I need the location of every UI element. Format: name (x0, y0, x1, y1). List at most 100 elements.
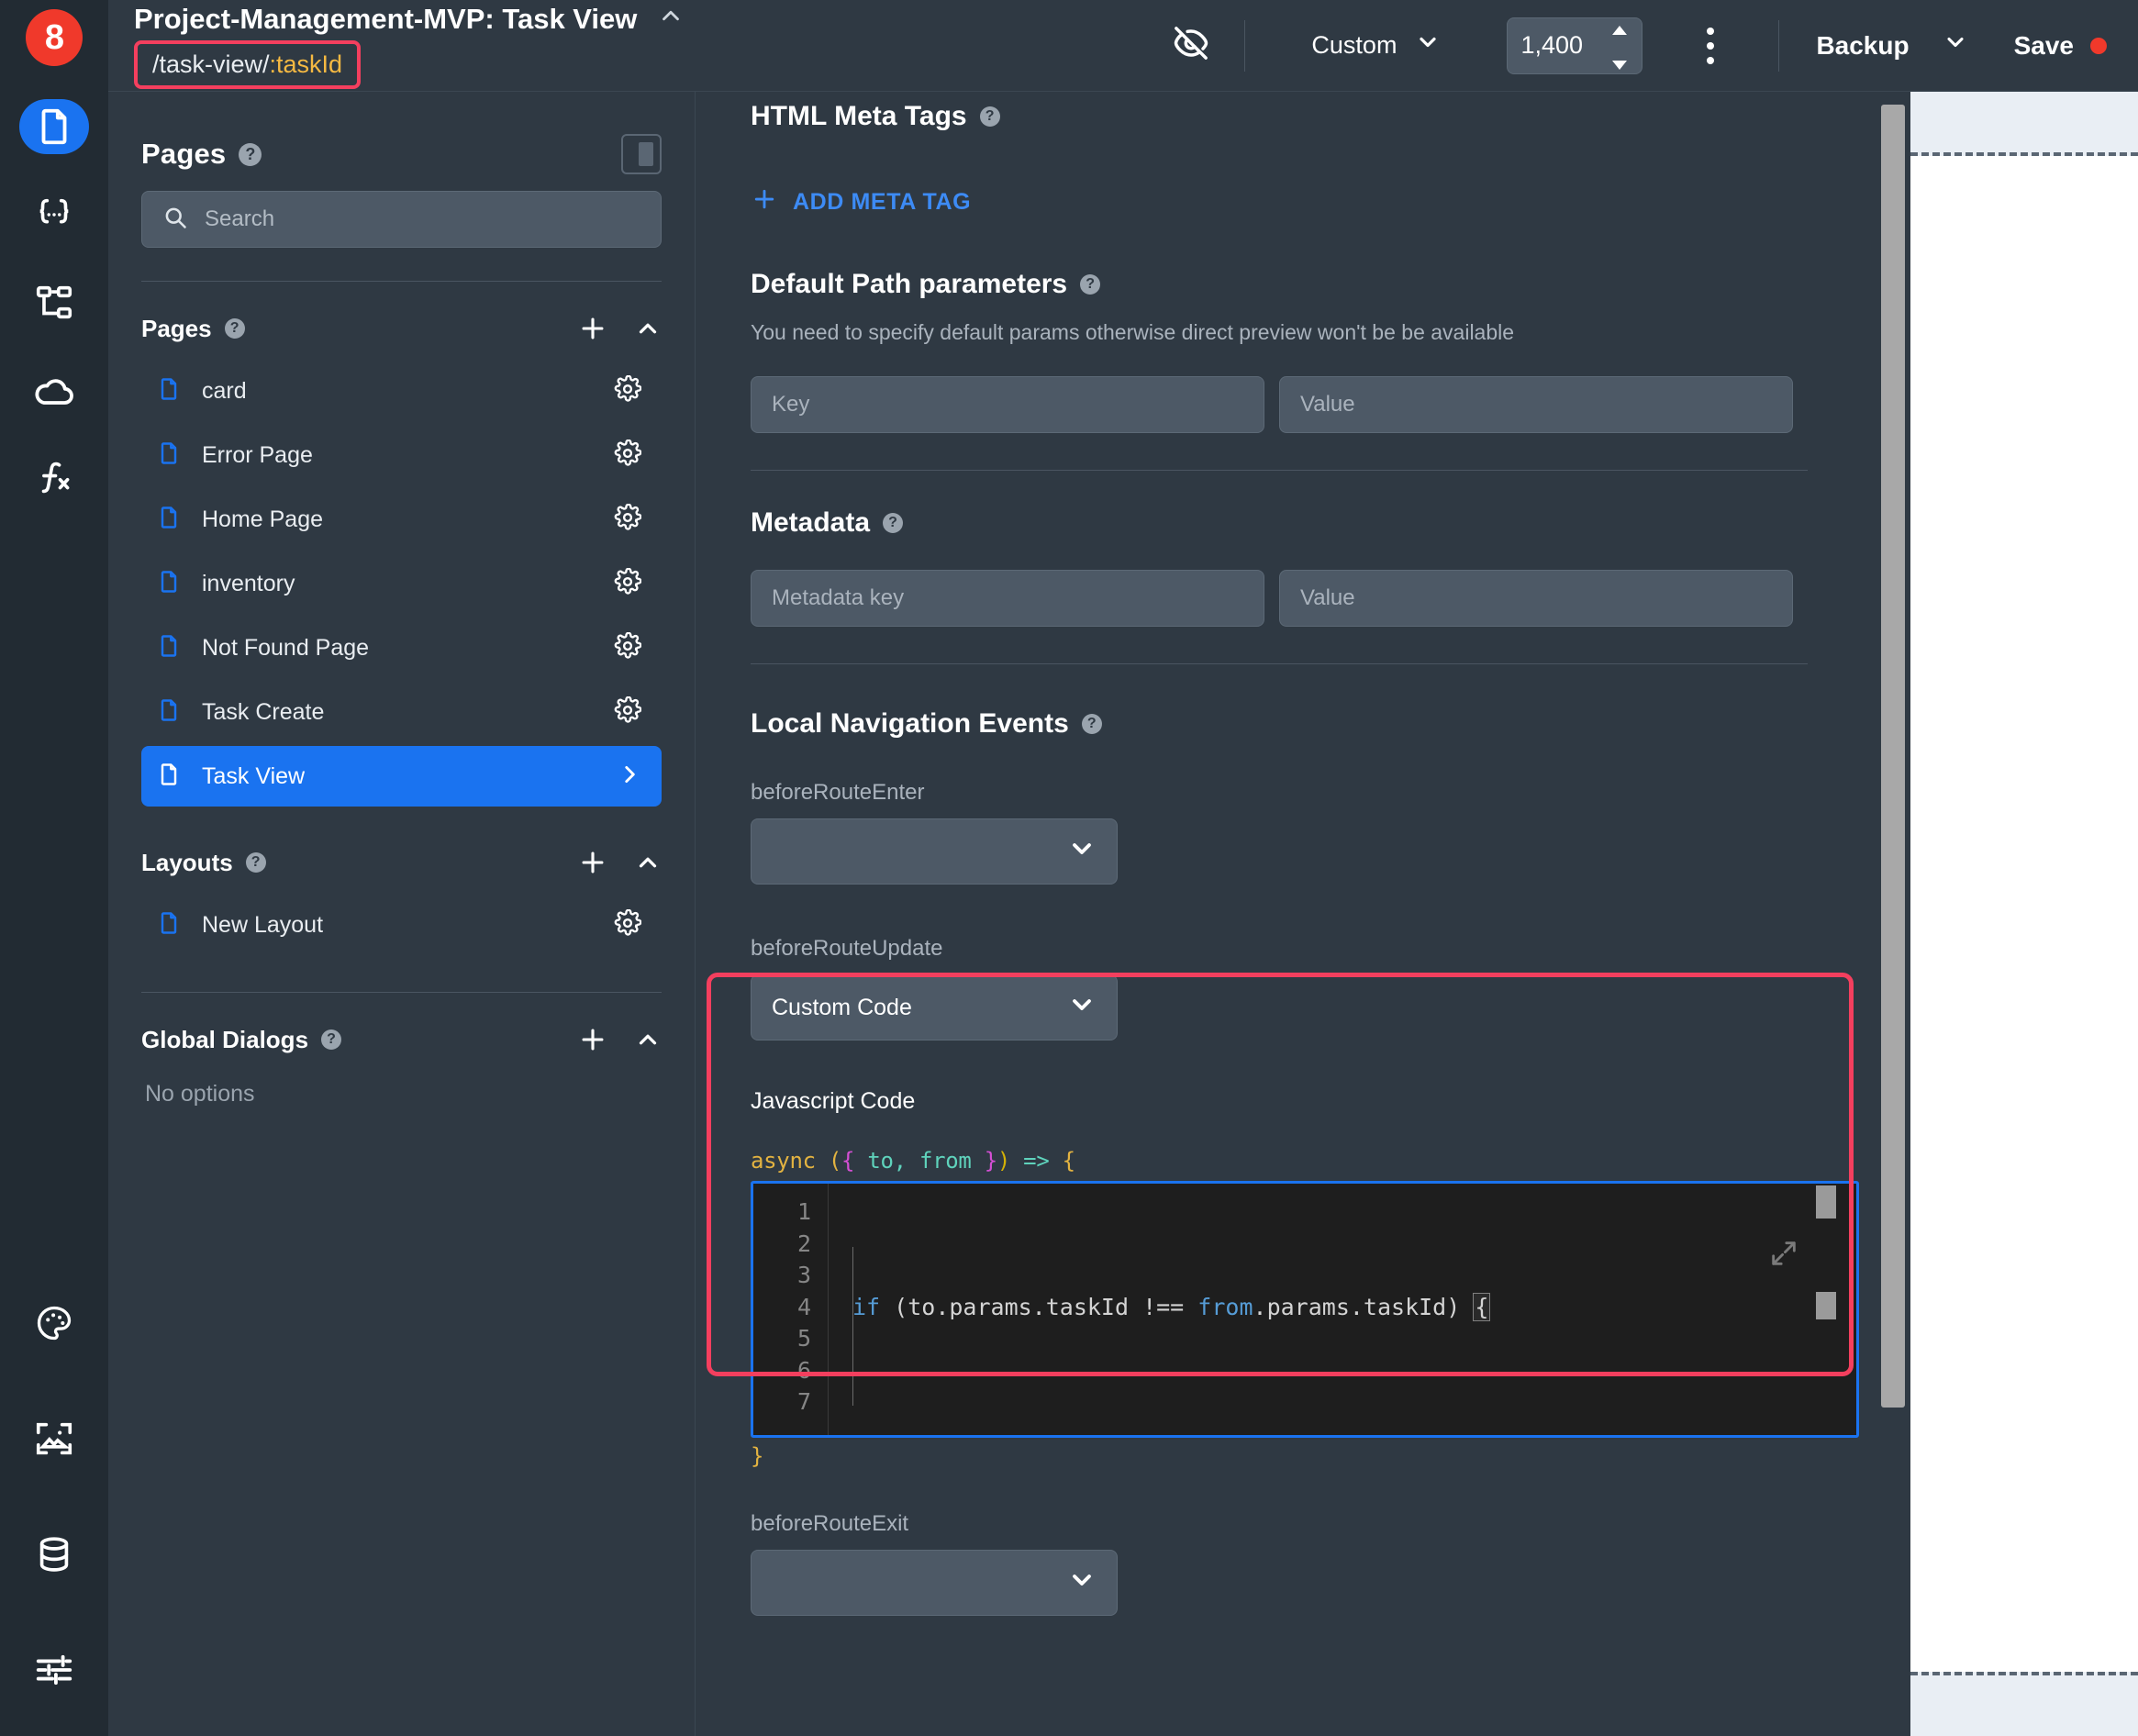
toggle-preview-visibility-button[interactable] (1138, 23, 1244, 68)
help-icon[interactable]: ? (239, 143, 262, 166)
collapse-title-icon[interactable] (657, 2, 685, 37)
preview-canvas[interactable] (1910, 92, 2138, 1736)
stepper-arrows[interactable] (1610, 14, 1629, 77)
before-route-enter-label: beforeRouteEnter (751, 780, 1808, 806)
before-route-enter-select[interactable] (751, 818, 1118, 885)
backup-button[interactable]: Backup (1779, 29, 2004, 61)
help-icon[interactable]: ? (1082, 714, 1102, 734)
gear-icon[interactable] (614, 375, 641, 407)
file-icon (156, 569, 182, 599)
help-icon[interactable]: ? (225, 318, 245, 339)
viewport-mode-select[interactable]: Custom (1245, 29, 1507, 61)
add-layout-button[interactable] (577, 847, 608, 878)
list-item[interactable]: New Layout (141, 895, 662, 955)
rail-item-pages[interactable] (19, 99, 89, 154)
help-icon[interactable]: ? (321, 1029, 341, 1050)
expand-editor-icon[interactable] (1602, 1206, 1799, 1309)
gear-icon[interactable] (614, 696, 641, 729)
list-item[interactable]: Error Page (141, 425, 662, 485)
before-route-exit-select[interactable] (751, 1550, 1118, 1616)
help-icon[interactable]: ? (1080, 274, 1100, 295)
gear-icon[interactable] (614, 909, 641, 941)
app-logo[interactable]: 8 (26, 9, 83, 66)
line-number: 5 (753, 1323, 811, 1355)
path-param-value-input[interactable]: Value (1279, 376, 1793, 433)
list-item[interactable]: Task Create (141, 682, 662, 742)
sig-paren-close: ) (997, 1148, 1010, 1174)
add-meta-tag-button[interactable]: ADD META TAG (751, 185, 1808, 219)
rail-item-assets[interactable] (19, 1411, 89, 1466)
preview-scrollbar[interactable] (1881, 92, 1905, 1736)
list-item-label: Home Page (202, 506, 323, 533)
path-param-value-placeholder: Value (1300, 392, 1355, 417)
editor-minimap[interactable] (1816, 1184, 1836, 1435)
preview-pane (1872, 92, 2138, 1736)
pages-icon (33, 106, 75, 148)
list-item[interactable]: Home Page (141, 489, 662, 550)
line-number: 4 (753, 1292, 811, 1324)
rail-item-components[interactable] (19, 275, 89, 330)
file-icon (156, 633, 182, 663)
list-item[interactable]: Not Found Page (141, 618, 662, 678)
line-number: 7 (753, 1386, 811, 1419)
rail-item-backend[interactable] (19, 363, 89, 418)
line-number-gutter: 1 2 3 4 5 6 7 (753, 1184, 829, 1435)
kebab-dot (1707, 28, 1714, 35)
chevron-right-icon[interactable] (618, 762, 641, 791)
indent-guide (852, 1247, 853, 1406)
viewport-width-stepper[interactable]: 1,400 (1507, 17, 1642, 74)
rail-item-functions[interactable] (19, 451, 89, 506)
metadata-key-input[interactable]: Metadata key (751, 570, 1264, 627)
preview-footer-band (1910, 1672, 2138, 1736)
code-text-area[interactable]: if (to.params.taskId !== from.params.tas… (829, 1184, 1856, 1435)
rail-item-theme[interactable] (19, 1296, 89, 1351)
add-page-button[interactable] (577, 313, 608, 344)
list-item[interactable]: inventory (141, 553, 662, 614)
sig-arrow: => (1010, 1148, 1063, 1174)
add-meta-tag-label: ADD META TAG (793, 189, 971, 216)
path-param-key-input[interactable]: Key (751, 376, 1264, 433)
cloud-icon (32, 369, 76, 413)
collapse-panel-button[interactable] (621, 134, 662, 174)
metadata-value-input[interactable]: Value (1279, 570, 1793, 627)
rail-item-settings[interactable] (19, 1642, 89, 1697)
collapse-layouts-button[interactable] (634, 849, 662, 876)
chevron-down-icon[interactable] (1943, 29, 1968, 61)
scrollbar-thumb[interactable] (1881, 105, 1905, 1408)
gear-icon[interactable] (614, 440, 641, 472)
javascript-code-label: Javascript Code (751, 1088, 1808, 1115)
panel-title: Pages (141, 138, 226, 171)
search-input[interactable]: Search (141, 191, 662, 248)
sig-brace-close: } (985, 1148, 997, 1174)
rail-item-variables[interactable] (19, 187, 89, 242)
save-button[interactable]: Save (2005, 31, 2138, 61)
code-signature-close: } (751, 1443, 1808, 1469)
collapse-dialogs-button[interactable] (634, 1026, 662, 1053)
more-options-button[interactable] (1642, 28, 1778, 64)
collapse-pages-button[interactable] (634, 315, 662, 342)
list-item-label: Not Found Page (202, 635, 369, 662)
list-item[interactable]: card (141, 361, 662, 421)
gear-icon[interactable] (614, 632, 641, 664)
help-icon[interactable]: ? (980, 106, 1000, 127)
save-label: Save (2014, 31, 2074, 61)
rail-item-database[interactable] (19, 1527, 89, 1582)
page-title: Project-Management-MVP: Task View (134, 2, 806, 37)
stepper-up-icon[interactable] (1610, 14, 1629, 42)
route-path-chip[interactable]: /task-view/:taskId (134, 40, 361, 89)
gear-icon[interactable] (614, 568, 641, 600)
list-item-label: inventory (202, 571, 295, 597)
code-editor[interactable]: 1 2 3 4 5 6 7 if (to.params.taskId !== f… (751, 1181, 1859, 1438)
stepper-down-icon[interactable] (1610, 49, 1629, 77)
before-route-update-select[interactable]: Custom Code (751, 974, 1118, 1040)
list-item-label: card (202, 378, 247, 405)
line-number: 6 (753, 1355, 811, 1387)
add-dialog-button[interactable] (577, 1024, 608, 1055)
list-item-task-view[interactable]: Task View (141, 746, 662, 807)
icon-rail: 8 (0, 0, 108, 1736)
help-icon[interactable]: ? (883, 513, 903, 533)
help-icon[interactable]: ? (246, 852, 266, 873)
gear-icon[interactable] (614, 504, 641, 536)
meta-tags-title: HTML Meta Tags (751, 101, 967, 132)
code-signature-open: async ({ to, from }) => { (751, 1148, 1808, 1174)
